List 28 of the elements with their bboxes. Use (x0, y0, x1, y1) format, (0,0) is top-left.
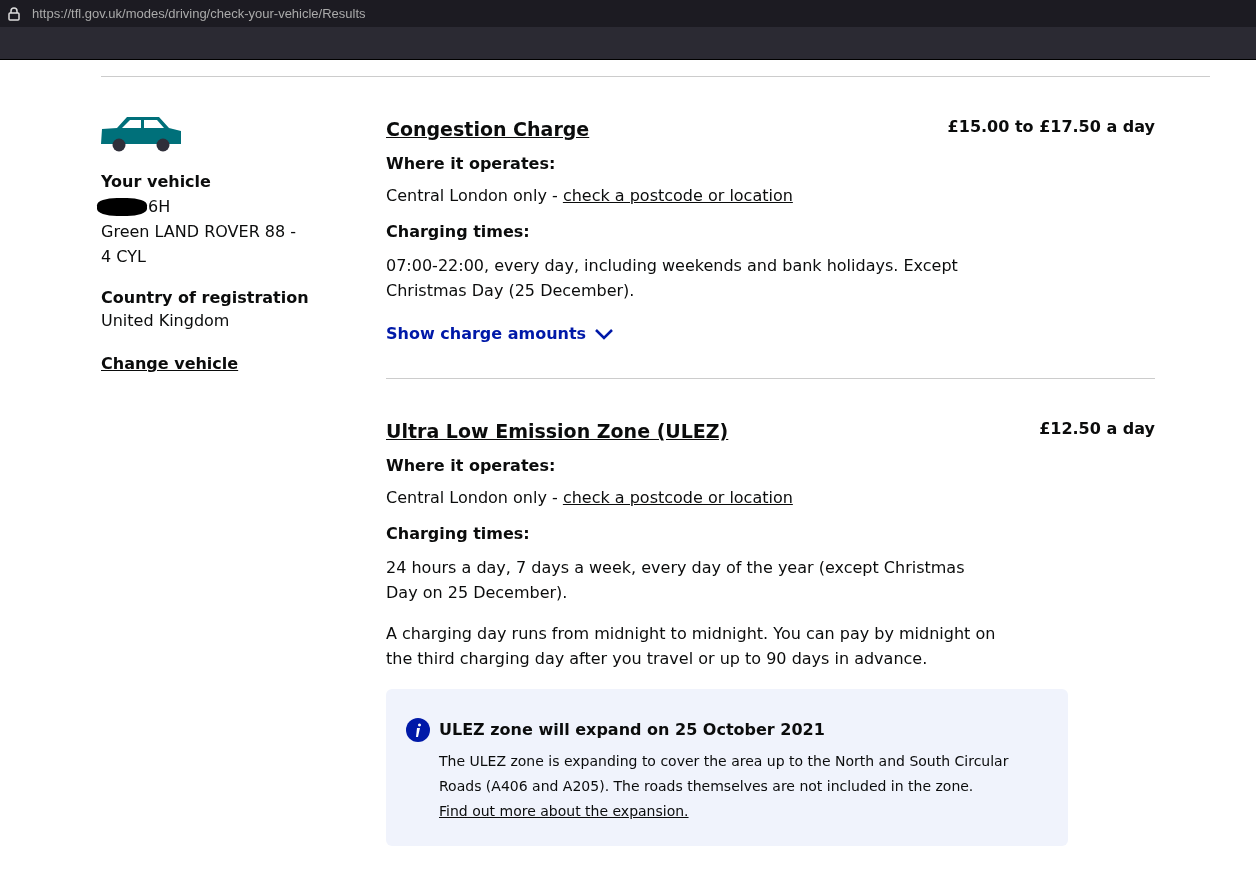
registration-number: 6H (148, 196, 171, 218)
lock-icon (8, 6, 20, 21)
charge-title-link[interactable]: Ultra Low Emission Zone (ULEZ) (386, 419, 729, 443)
show-charge-amounts-button[interactable]: Show charge amounts (386, 322, 615, 346)
info-icon (406, 718, 430, 742)
expansion-link[interactable]: Find out more about the expansion. (439, 803, 689, 819)
location-text: Central London only - check a postcode or location (386, 487, 794, 509)
charging-times-text: A charging day runs from midnight to midnight. You can pay by midnight on the third charging day after you travel or up to 90 days in advance. (386, 623, 996, 670)
section-label: Where it operates: (386, 455, 557, 477)
section-label: Charging times: (386, 221, 531, 243)
notice-text: The ULEZ zone is expanding to cover the area up to the North and South Circular Roads (A406 and A205). The roads themselves are not included in the zone. Find out more about the expansion. (439, 752, 1010, 821)
vehicle-heading: Your vehicle (101, 171, 212, 193)
postcode-link[interactable]: check a postcode or location (562, 488, 793, 507)
section-label: Where it operates: (386, 153, 557, 175)
location-text: Central London only - check a postcode or location (386, 185, 794, 207)
car-icon (101, 117, 182, 153)
charge-price: £15.00 to £17.50 a day (947, 117, 1155, 137)
charging-times-text: 07:00-22:00, every day, including weekends and bank holidays. Except Christmas Day (25 December). (386, 255, 959, 302)
charging-times-text: 24 hours a day, 7 days a week, every day of the year (except Christmas Day on 25 December). (386, 557, 966, 604)
notice-title: ULEZ zone will expand on 25 October 2021 (439, 719, 826, 741)
postcode-link[interactable]: check a postcode or location (562, 186, 793, 205)
country-value: United Kingdom (101, 310, 231, 332)
country-label: Country of registration (101, 287, 310, 309)
change-vehicle-link[interactable]: Change vehicle (101, 352, 239, 376)
charge-price: £12.50 a day (1039, 419, 1155, 439)
section-label: Charging times: (386, 523, 531, 545)
charge-title-link[interactable]: Congestion Charge (386, 117, 590, 141)
vehicle-description: Green LAND ROVER 88 - 4 CYL (101, 221, 298, 268)
